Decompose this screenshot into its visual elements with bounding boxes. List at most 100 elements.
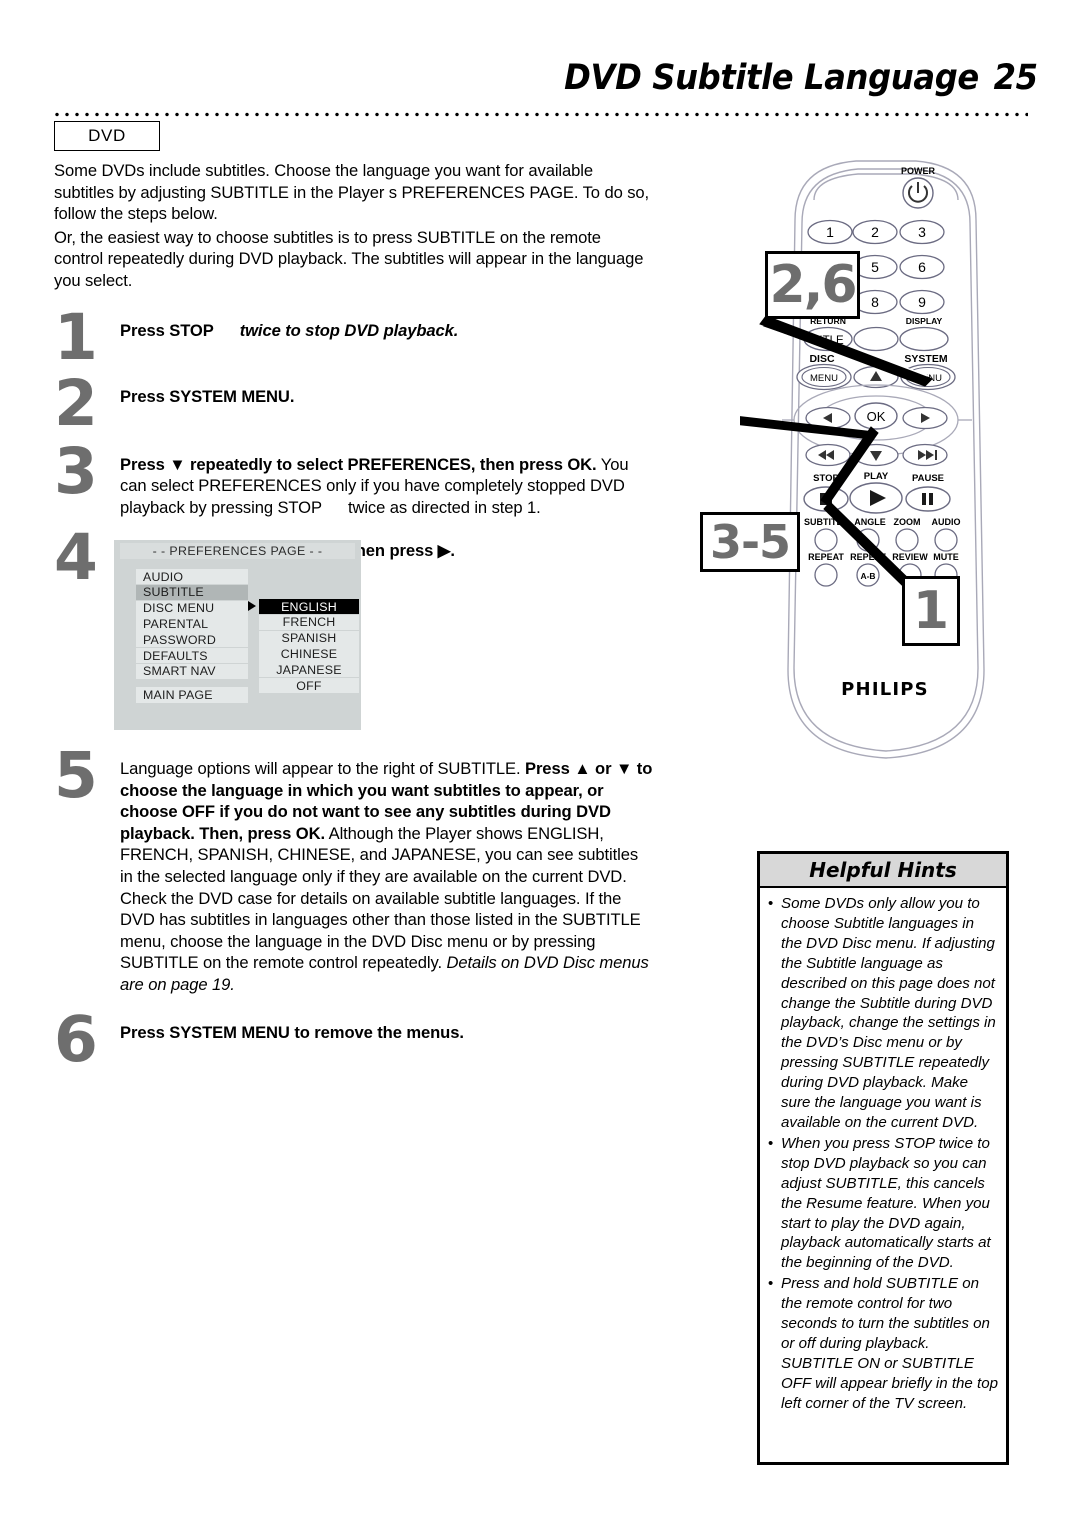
pause-button xyxy=(905,486,951,512)
osd-lang-japanese[interactable]: JAPANESE xyxy=(259,662,359,678)
step-1-text: Press STOP twice to stop DVD playback. xyxy=(120,318,654,342)
key-2: 2 xyxy=(852,219,898,245)
step-1: 1 Press STOP twice to stop DVD playback. xyxy=(54,306,654,369)
step-5-number: 5 xyxy=(54,739,98,812)
step-2: 2 Press SYSTEM MENU. xyxy=(54,372,654,435)
remote-label-angle: ANGLE xyxy=(854,517,886,527)
step-6-text: Press SYSTEM MENU to remove the menus. xyxy=(120,1022,464,1042)
svg-text:OK: OK xyxy=(867,409,886,424)
subtitle-button xyxy=(814,528,838,552)
bullet-icon: • xyxy=(768,1134,774,1152)
repeat-ab-button: A-B xyxy=(856,563,880,587)
svg-text:8: 8 xyxy=(871,294,879,310)
philips-logo: PHILIPS xyxy=(841,679,929,700)
remote-control-svg: POWER 1 2 3 5 6 8 9 RETURN DISPLAY TITLE… xyxy=(740,160,985,759)
intro-paragraph-2: Or, the easiest way to choose subtitles … xyxy=(54,227,644,290)
disc-menu-button: MENU xyxy=(796,363,852,391)
remote-label-audio: AUDIO xyxy=(932,517,961,527)
svg-text:5: 5 xyxy=(871,259,879,275)
key-0 xyxy=(853,326,899,352)
remote-label-power: POWER xyxy=(901,166,936,176)
hint-item: • Some DVDs only allow you to choose Sub… xyxy=(768,894,998,1133)
osd-lang-spanish[interactable]: SPANISH xyxy=(259,630,359,646)
step-3-text: Press ▼ repeatedly to select PREFERENCES… xyxy=(120,452,654,519)
step-5: 5 Language options will appear to the ri… xyxy=(54,744,654,996)
osd-selection-arrow-icon xyxy=(248,601,256,611)
remote-label-review: REVIEW xyxy=(892,552,928,562)
step-6-number: 6 xyxy=(54,1002,98,1076)
remote-label-pause: PAUSE xyxy=(912,473,944,484)
svg-text:9: 9 xyxy=(918,294,926,310)
osd-item-password[interactable]: PASSWORD xyxy=(136,632,248,648)
hint-text: Press and hold SUBTITLE on the remote co… xyxy=(781,1275,999,1412)
step-5-normal-1: Language options will appear to the righ… xyxy=(120,759,521,778)
step-1-bold: Press STOP xyxy=(120,320,214,340)
svg-text:2: 2 xyxy=(871,224,879,240)
osd-item-subtitle[interactable]: SUBTITLE xyxy=(136,584,248,600)
repeat-button xyxy=(814,563,838,587)
bullet-icon: • xyxy=(768,1275,774,1293)
osd-right-column: ENGLISH FRENCH SPANISH CHINESE JAPANESE … xyxy=(259,599,359,694)
callout-box-2-6: 2,6 xyxy=(765,251,860,319)
hint-item: • Press and hold SUBTITLE on the remote … xyxy=(768,1274,998,1413)
remote-label-system: SYSTEM xyxy=(904,353,947,365)
remote-top-curve xyxy=(813,173,959,201)
remote-label-play: PLAY xyxy=(864,471,889,482)
instructions-column-lower: 5 Language options will appear to the ri… xyxy=(54,744,654,1071)
play-button xyxy=(849,482,903,514)
osd-item-parental[interactable]: PARENTAL xyxy=(136,616,248,632)
instructions-column: Some DVDs include subtitles. Choose the … xyxy=(54,160,654,589)
zoom-button xyxy=(895,528,919,552)
step-2-text: Press SYSTEM MENU. xyxy=(120,386,295,406)
osd-lang-french[interactable]: FRENCH xyxy=(259,614,359,630)
remote-label-display: DISPLAY xyxy=(906,316,943,326)
helpful-hints-box: Helpful Hints • Some DVDs only allow you… xyxy=(757,851,1009,1465)
step-3-rest2: twice as directed in step 1. xyxy=(347,497,541,517)
osd-item-smart-nav[interactable]: SMART NAV xyxy=(136,663,248,679)
hint-item: • When you press STOP twice to stop DVD … xyxy=(768,1134,998,1273)
preferences-page-osd: - - PREFERENCES PAGE - - AUDIO SUBTITLE … xyxy=(114,540,361,730)
osd-lang-chinese[interactable]: CHINESE xyxy=(259,646,359,662)
helpful-hints-title: Helpful Hints xyxy=(760,854,1006,888)
osd-item-audio[interactable]: AUDIO xyxy=(136,569,248,585)
display-button xyxy=(899,326,949,352)
power-button-icon xyxy=(902,177,934,209)
step-1-italic: twice to stop DVD playback. xyxy=(239,320,459,340)
right-arrow-button xyxy=(902,406,948,430)
step-4-number: 4 xyxy=(54,521,98,595)
svg-text:MENU: MENU xyxy=(810,373,838,384)
svg-text:1: 1 xyxy=(826,224,834,240)
svg-text:3: 3 xyxy=(918,224,926,240)
svg-text:6: 6 xyxy=(918,259,926,275)
key-9: 9 xyxy=(899,289,945,315)
osd-title: - - PREFERENCES PAGE - - xyxy=(120,543,355,559)
osd-lang-english[interactable]: ENGLISH xyxy=(259,599,359,615)
osd-lang-off[interactable]: OFF xyxy=(259,677,359,694)
page-title-text: DVD Subtitle Language xyxy=(564,58,980,98)
step-1-number: 1 xyxy=(54,300,98,374)
step-6: 6 Press SYSTEM MENU to remove the menus. xyxy=(54,1008,654,1071)
osd-left-column: AUDIO SUBTITLE DISC MENU PARENTAL PASSWO… xyxy=(136,569,248,703)
remote-label-repeat: REPEAT xyxy=(808,552,844,562)
key-3: 3 xyxy=(899,219,945,245)
osd-item-main-page[interactable]: MAIN PAGE xyxy=(136,687,248,703)
step-2-number: 2 xyxy=(54,366,98,440)
svg-text:A-B: A-B xyxy=(860,571,875,581)
remote-label-disc: DISC xyxy=(809,353,835,365)
remote-control-illustration: POWER 1 2 3 5 6 8 9 RETURN DISPLAY TITLE… xyxy=(740,150,1040,780)
osd-item-disc-menu[interactable]: DISC MENU xyxy=(136,600,248,616)
page-title: DVD Subtitle Language 25 xyxy=(564,58,1039,98)
osd-item-defaults[interactable]: DEFAULTS xyxy=(136,647,248,664)
audio-button xyxy=(934,528,958,552)
step-3: 3 Press ▼ repeatedly to select PREFERENC… xyxy=(54,440,654,519)
key-6: 6 xyxy=(899,254,945,280)
osd-spacer xyxy=(136,679,248,687)
key-1: 1 xyxy=(807,219,853,245)
hint-text: Some DVDs only allow you to choose Subti… xyxy=(781,895,996,1131)
step-3-number: 3 xyxy=(54,434,98,508)
bullet-icon: • xyxy=(768,895,774,912)
intro-paragraph-1: Some DVDs include subtitles. Choose the … xyxy=(54,161,650,224)
remote-label-zoom: ZOOM xyxy=(894,517,921,527)
hint-text: When you press STOP twice to stop DVD pl… xyxy=(781,1134,991,1272)
dvd-badge: DVD xyxy=(54,121,160,151)
